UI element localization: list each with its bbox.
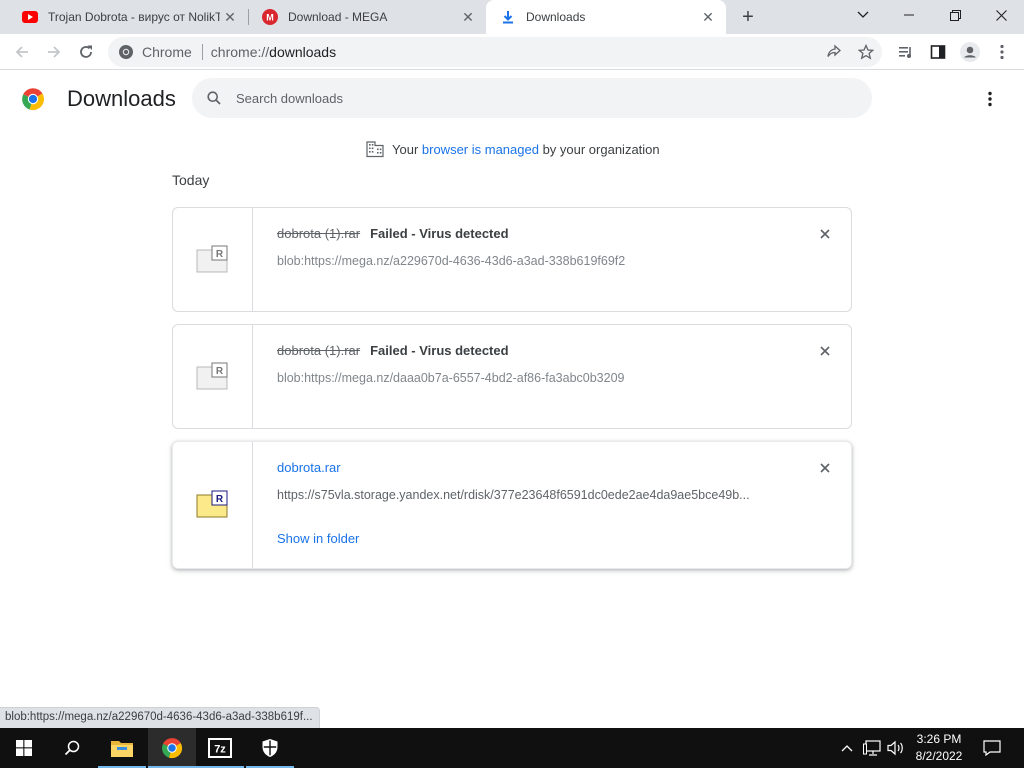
url-host: downloads	[269, 44, 337, 60]
notifications-icon[interactable]	[978, 728, 1006, 768]
profile-avatar-icon[interactable]	[956, 38, 984, 66]
close-tab-icon[interactable]: ✕	[458, 7, 478, 27]
chip-label: Chrome	[142, 44, 192, 60]
page-title: Downloads	[67, 86, 176, 111]
search-icon	[204, 88, 224, 108]
file-icon-column: R	[173, 208, 253, 311]
download-item: R dobrota (1).rar Failed - Virus detected…	[172, 207, 852, 312]
side-panel-icon[interactable]	[924, 38, 952, 66]
download-item: R dobrota (1).rar Failed - Virus detected…	[172, 324, 852, 429]
file-name: dobrota (1).rar	[277, 343, 361, 358]
taskbar-clock[interactable]: 3:26 PM 8/2/2022	[906, 731, 972, 765]
section-date: Today	[172, 172, 210, 188]
file-title-row: dobrota.rar	[277, 460, 341, 475]
share-icon[interactable]	[820, 38, 848, 66]
tab-title: Download - MEGA	[288, 10, 388, 24]
tab-title: Trojan Dobrota - вирус от NolikTM	[48, 10, 220, 24]
windows-taskbar: 7z 3:26 PM 8/2/2022	[0, 728, 1024, 768]
chrome-logo-icon	[22, 88, 45, 111]
svg-text:R: R	[215, 366, 223, 377]
building-icon	[366, 141, 384, 158]
7zip-icon: 7z	[208, 738, 232, 758]
file-icon-column: R	[173, 325, 253, 428]
media-controls-icon[interactable]	[892, 38, 920, 66]
managed-prefix: Your	[392, 141, 422, 157]
clock-date: 8/2/2022	[915, 749, 963, 763]
file-name-link[interactable]: dobrota.rar	[277, 460, 341, 475]
chrome-icon	[119, 45, 133, 59]
download-status: Failed - Virus detected	[370, 226, 509, 241]
network-icon[interactable]	[860, 728, 884, 768]
remove-from-list-icon[interactable]	[815, 458, 835, 478]
bookmark-star-icon[interactable]	[852, 38, 880, 66]
youtube-icon	[22, 9, 38, 25]
url-scheme: chrome://	[210, 44, 270, 60]
managed-link[interactable]: browser is managed	[422, 142, 539, 157]
tab-downloads[interactable]: Downloads ✕	[486, 0, 726, 34]
file-explorer-icon	[111, 741, 133, 757]
remove-from-list-icon[interactable]	[815, 224, 835, 244]
close-tab-icon[interactable]: ✕	[698, 7, 718, 27]
back-arrow-icon[interactable]	[8, 38, 36, 66]
rar-file-icon: R	[196, 245, 227, 272]
new-tab-button[interactable]: +	[736, 6, 760, 28]
taskbar-7zip[interactable]: 7z	[196, 728, 244, 768]
remove-from-list-icon[interactable]	[815, 341, 835, 361]
download-status: Failed - Virus detected	[370, 343, 509, 358]
forward-arrow-icon[interactable]	[40, 38, 68, 66]
more-actions-icon[interactable]	[978, 87, 1002, 111]
chrome-icon	[162, 738, 183, 759]
svg-text:7z: 7z	[214, 744, 226, 756]
reload-icon[interactable]	[72, 38, 100, 66]
search-box[interactable]	[192, 78, 872, 118]
managed-suffix: by your organization	[538, 141, 660, 157]
download-item: R dobrota.rar https://s75vla.storage.yan…	[172, 441, 852, 569]
close-window-icon[interactable]	[978, 0, 1024, 30]
download-icon	[500, 9, 516, 25]
site-info-chip[interactable]: Chrome	[108, 44, 192, 60]
restore-icon[interactable]	[932, 0, 978, 30]
downloads-header: Downloads	[0, 71, 1024, 127]
security-icon	[262, 739, 278, 757]
taskbar-file-explorer[interactable]	[98, 728, 146, 768]
link-status-bubble: blob:https://mega.nz/a229670d-4636-43d6-…	[0, 707, 320, 728]
taskbar-windows-security[interactable]	[246, 728, 294, 768]
omnibox-divider	[201, 44, 203, 60]
managed-notice: Your browser is managed by your organiza…	[366, 140, 660, 158]
clock-time: 3:26 PM	[916, 732, 962, 746]
address-bar[interactable]: Chrome chrome://downloads	[108, 37, 882, 67]
show-in-folder-link[interactable]: Show in folder	[277, 531, 359, 546]
file-url[interactable]: https://s75vla.storage.yandex.net/rdisk/…	[277, 488, 777, 502]
tab-mega[interactable]: M Download - MEGA ✕	[248, 0, 486, 34]
tray-overflow-chevron-icon[interactable]	[836, 728, 858, 768]
rar-file-icon: R	[196, 362, 227, 389]
svg-text:R: R	[215, 249, 223, 260]
windows-logo-icon	[16, 740, 32, 756]
taskbar-search-button[interactable]	[48, 728, 96, 768]
rar-file-icon: R	[196, 490, 227, 518]
search-input[interactable]	[236, 90, 816, 106]
start-button[interactable]	[0, 728, 48, 768]
file-name: dobrota (1).rar	[277, 226, 361, 241]
tab-strip: Trojan Dobrota - вирус от NolikTM ✕ M Do…	[0, 0, 1024, 34]
close-tab-icon[interactable]: ✕	[220, 7, 240, 27]
mega-icon: M	[262, 9, 278, 25]
svg-text:R: R	[215, 494, 223, 505]
file-url[interactable]: blob:https://mega.nz/daaa0b7a-6557-4bd2-…	[277, 371, 777, 385]
minimize-icon[interactable]	[886, 0, 932, 30]
tab-search-icon[interactable]	[840, 0, 886, 30]
file-title-row: dobrota (1).rar Failed - Virus detected	[277, 226, 509, 241]
volume-icon[interactable]	[884, 728, 908, 768]
file-title-row: dobrota (1).rar Failed - Virus detected	[277, 343, 509, 358]
file-icon-column: R	[173, 442, 253, 568]
svg-text:M: M	[266, 13, 274, 23]
file-url[interactable]: blob:https://mega.nz/a229670d-4636-43d6-…	[277, 254, 777, 268]
chrome-menu-icon[interactable]	[988, 38, 1016, 66]
browser-toolbar: Chrome chrome://downloads	[0, 34, 1024, 70]
search-icon	[64, 740, 80, 756]
taskbar-chrome[interactable]	[148, 728, 196, 768]
tab-youtube[interactable]: Trojan Dobrota - вирус от NolikTM ✕	[8, 0, 248, 34]
tab-title: Downloads	[526, 10, 586, 24]
